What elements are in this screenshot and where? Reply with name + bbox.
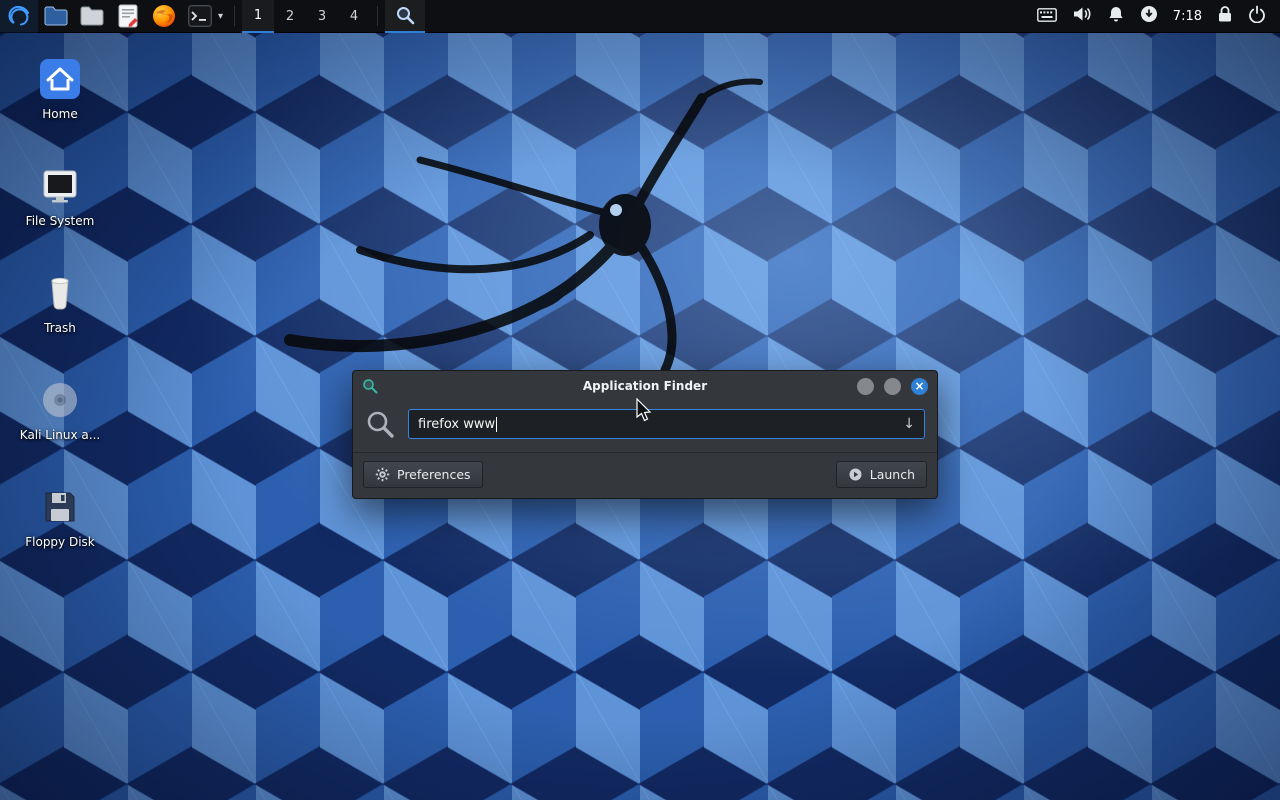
- panel-separator: [234, 6, 235, 26]
- desktop-icon-trash[interactable]: Trash: [15, 270, 105, 335]
- floppy-disk-icon: [38, 485, 82, 529]
- launch-button-label: Launch: [870, 467, 915, 482]
- panel-launcher-terminal[interactable]: [182, 0, 218, 33]
- kali-disc-icon: [38, 378, 82, 422]
- desktop-icon-floppy-disk[interactable]: Floppy Disk: [15, 484, 105, 549]
- workspace-2[interactable]: 2: [274, 0, 306, 33]
- power-icon: [1248, 5, 1266, 23]
- panel-separator: [377, 6, 378, 26]
- panel-launcher-files[interactable]: [74, 0, 110, 33]
- mouse-cursor: [636, 398, 654, 424]
- preferences-button-label: Preferences: [397, 467, 471, 482]
- updates-icon: [1140, 5, 1158, 23]
- lock-screen-button[interactable]: [1217, 5, 1233, 27]
- desktop-icon-label: Floppy Disk: [25, 535, 95, 549]
- volume-button[interactable]: [1072, 5, 1092, 27]
- maximize-button[interactable]: [884, 378, 901, 395]
- search-input-value: firefox www: [418, 417, 495, 432]
- desktop-icon-file-system[interactable]: File System: [15, 163, 105, 228]
- desktop-icon-kali-linux[interactable]: Kali Linux a...: [15, 377, 105, 442]
- launch-icon: [848, 467, 863, 482]
- close-icon: ×: [914, 380, 924, 392]
- entry-dropdown-icon[interactable]: ↓: [903, 416, 915, 432]
- file-system-icon: [38, 164, 82, 208]
- terminal-dropdown-chevron-icon[interactable]: ▾: [218, 11, 227, 22]
- workspace-1[interactable]: 1: [242, 0, 274, 33]
- close-button[interactable]: ×: [911, 378, 928, 395]
- light-folder-icon: [80, 6, 104, 26]
- gear-icon: [375, 467, 390, 482]
- panel-launcher-firefox[interactable]: [146, 0, 182, 33]
- tasklist-application-finder[interactable]: [385, 0, 425, 33]
- preferences-button[interactable]: Preferences: [363, 461, 483, 488]
- titlebar[interactable]: Application Finder ×: [353, 371, 937, 401]
- lock-icon: [1217, 5, 1233, 23]
- kali-menu-button[interactable]: [0, 0, 38, 33]
- blue-folder-icon: [44, 6, 68, 26]
- panel-clock[interactable]: 7:18: [1173, 9, 1202, 24]
- logout-button[interactable]: [1248, 5, 1266, 27]
- text-caret: [496, 417, 497, 432]
- terminal-icon: [188, 5, 212, 27]
- kali-dragon-artwork: [270, 40, 890, 370]
- volume-icon: [1072, 5, 1092, 23]
- desktop-icon-label: Home: [42, 107, 77, 121]
- desktop-icon-label: File System: [26, 214, 95, 228]
- search-icon: [365, 409, 395, 439]
- notifications-icon: [1107, 5, 1125, 23]
- window-title: Application Finder: [353, 379, 937, 393]
- magnifier-icon: [395, 5, 415, 25]
- home-icon: [38, 57, 82, 101]
- desktop-icon-label: Trash: [44, 321, 76, 335]
- kali-dragon-icon: [6, 3, 32, 29]
- updates-button[interactable]: [1140, 5, 1158, 27]
- application-finder-window: Application Finder × firefox www ↓: [352, 370, 938, 499]
- launch-button[interactable]: Launch: [836, 461, 927, 488]
- top-panel: ▾ 1 2 3 4: [0, 0, 1280, 33]
- workspace-3[interactable]: 3: [306, 0, 338, 33]
- notifications-button[interactable]: [1107, 5, 1125, 27]
- keyboard-icon: [1037, 8, 1057, 22]
- keyboard-layout-button[interactable]: [1037, 7, 1057, 26]
- panel-launcher-file-manager[interactable]: [38, 0, 74, 33]
- search-input[interactable]: firefox www ↓: [408, 409, 925, 439]
- firefox-icon: [152, 4, 176, 28]
- trash-icon: [38, 271, 82, 315]
- desktop-icon-home[interactable]: Home: [15, 56, 105, 121]
- workspace-4[interactable]: 4: [338, 0, 370, 33]
- panel-launcher-text-editor[interactable]: [110, 0, 146, 33]
- desktop-icon-label: Kali Linux a...: [20, 428, 100, 442]
- text-editor-icon: [118, 4, 138, 28]
- minimize-button[interactable]: [857, 378, 874, 395]
